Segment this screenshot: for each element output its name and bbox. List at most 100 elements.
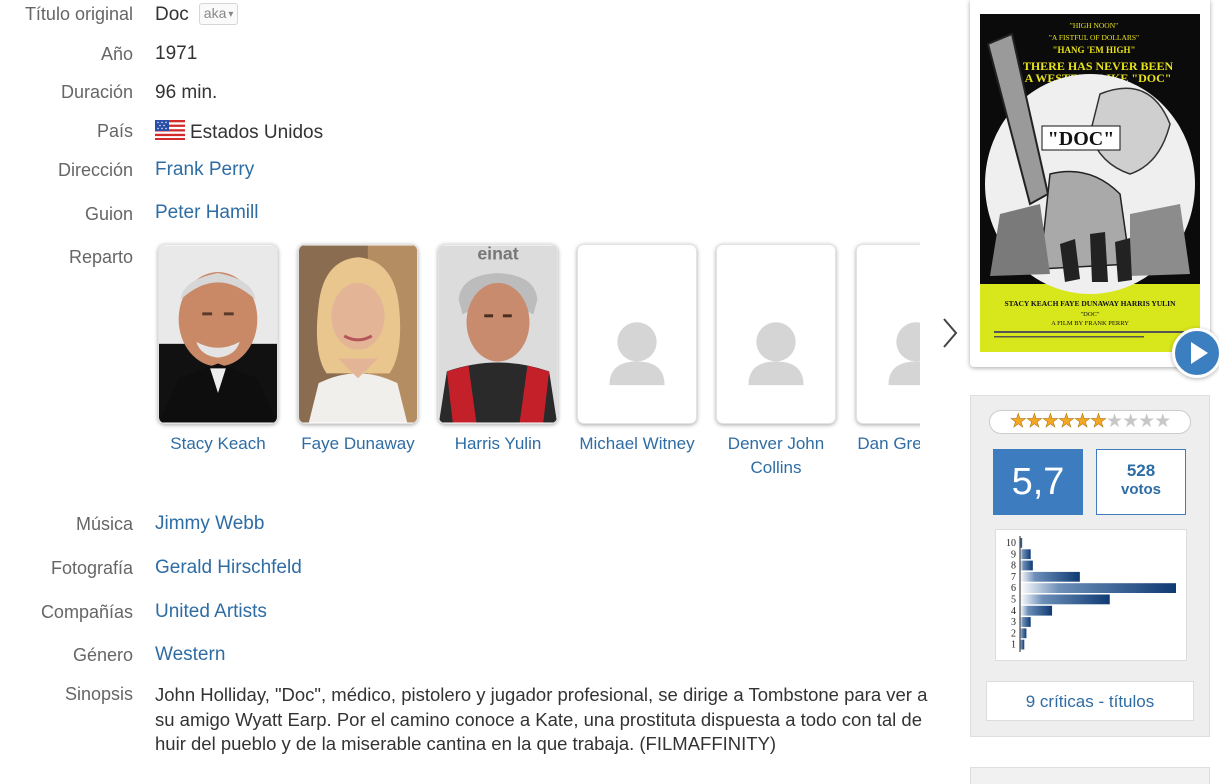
histogram-bar: [1020, 594, 1110, 605]
cast-member-name[interactable]: Denver John Collins: [706, 432, 846, 480]
cinematographer-link[interactable]: Gerald Hirschfeld: [155, 557, 302, 579]
histogram-bar: [1020, 560, 1033, 571]
play-icon: [1191, 342, 1208, 364]
year-label: Año: [100, 44, 133, 64]
aka-dropdown[interactable]: aka ▾: [198, 3, 239, 25]
companies-label: Compañías: [40, 602, 133, 622]
actor-photo-placeholder: [856, 244, 920, 424]
cast-label: Reparto: [68, 247, 133, 267]
duration-label: Duración: [60, 82, 133, 102]
poster-small-title: "DOC": [1080, 311, 1099, 318]
actor-photo: einat: [438, 244, 558, 424]
histogram-bar: [1020, 583, 1176, 593]
histogram-bar: [1020, 605, 1053, 616]
cast-member-name[interactable]: Stacy Keach: [150, 432, 288, 456]
histogram-bar: [1020, 617, 1031, 627]
average-rating: 5,7: [993, 449, 1083, 515]
star-icon: ★: [1122, 411, 1139, 432]
actor-portrait-image: [159, 245, 277, 423]
histogram-label: 5: [1011, 595, 1016, 606]
poster-tagline-2: "A FISTFUL OF DOLLARS": [1049, 33, 1139, 42]
votes-count: 528: [1126, 461, 1156, 480]
histogram-label: 4: [1011, 606, 1016, 617]
histogram-label: 10: [1006, 538, 1016, 549]
histogram-chart: 10987654321: [1006, 536, 1176, 652]
star-icon: ★: [1009, 411, 1028, 433]
us-flag-icon: [155, 120, 185, 140]
cast-member[interactable]: Stacy Keach: [150, 240, 288, 456]
star-icon: ★: [1154, 411, 1171, 432]
actor-photo: [298, 244, 418, 424]
cast-member[interactable]: Dan Greenburg: [846, 240, 920, 456]
cast-member[interactable]: Faye Dunaway: [288, 240, 428, 456]
poster-credits: STACY KEACH FAYE DUNAWAY HARRIS YULIN: [1004, 299, 1176, 308]
star-icon: ★: [1090, 411, 1108, 433]
histogram-label: 9: [1011, 549, 1016, 560]
actor-photo: [158, 244, 278, 424]
next-panel: [970, 767, 1210, 784]
poster-tagline-1: "HIGH NOON": [1070, 21, 1118, 30]
synopsis-label: Sinopsis: [64, 684, 133, 704]
original-title-value: Doc aka ▾: [155, 3, 239, 26]
original-title-label: Título original: [24, 4, 133, 24]
composer-link[interactable]: Jimmy Webb: [155, 513, 264, 535]
votes-count-box[interactable]: 528 votos: [1096, 449, 1186, 515]
star-icon: ★: [1138, 411, 1155, 432]
user-placeholder-icon: [578, 245, 696, 423]
votes-label: votos: [1120, 481, 1161, 498]
histogram-label: 8: [1011, 561, 1016, 572]
play-trailer-button[interactable]: [1172, 328, 1219, 378]
cast-member-name[interactable]: Harris Yulin: [428, 432, 568, 456]
poster-director-line: A FILM BY FRANK PERRY: [1051, 320, 1129, 327]
actor-photo-placeholder: [716, 244, 836, 424]
genre-label: Género: [72, 645, 133, 665]
cast-carousel: Stacy Keach Faye Dunaway einat Harris Yu…: [150, 240, 920, 485]
synopsis-text: John Holliday, "Doc", médico, pistolero …: [155, 684, 928, 754]
histogram-bar: [1020, 571, 1080, 582]
cast-member[interactable]: Denver John Collins: [706, 240, 846, 480]
histogram-label: 1: [1011, 640, 1016, 651]
histogram-bar: [1020, 639, 1025, 650]
poster-tagline-3: "HANG 'EM HIGH": [1053, 45, 1136, 55]
star-icon: ★: [1106, 411, 1123, 432]
year-value: 1971: [155, 43, 198, 64]
original-title-text: Doc: [155, 4, 189, 25]
star-rating: ★★★★★★★★★★: [989, 410, 1191, 434]
star-icon: ★: [1025, 411, 1044, 433]
histogram-label: 7: [1011, 572, 1016, 583]
rating-panel: ★★★★★★★★★★ 5,7 528 votos 10 9 8 7 6 5 4 3 2 1 9 c…: [970, 395, 1210, 737]
poster-card[interactable]: "HIGH NOON" "A FISTFUL OF DOLLARS" "HANG…: [970, 0, 1210, 367]
star-icon: ★: [1073, 411, 1092, 433]
histogram-label: 6: [1011, 583, 1016, 594]
director-link[interactable]: Frank Perry: [155, 159, 254, 181]
user-placeholder-icon: [717, 245, 835, 423]
histogram-label: 3: [1011, 617, 1016, 628]
direction-label: Dirección: [57, 160, 133, 180]
genre-link[interactable]: Western: [155, 644, 225, 666]
company-link[interactable]: United Artists: [155, 601, 267, 623]
aka-label: aka: [203, 5, 227, 21]
chevron-right-icon[interactable]: [938, 315, 962, 351]
cast-member-name[interactable]: Michael Witney: [567, 432, 707, 456]
screenplay-label: Guion: [84, 204, 133, 224]
histogram-bar: [1020, 549, 1031, 560]
cast-member[interactable]: einat Harris Yulin: [428, 240, 568, 456]
cast-member[interactable]: Michael Witney: [567, 240, 707, 456]
screenwriter-link[interactable]: Peter Hamill: [155, 202, 258, 224]
actor-portrait-image: einat: [439, 245, 557, 423]
country-name: Estados Unidos: [190, 122, 324, 143]
histogram-label: 2: [1011, 628, 1016, 639]
cast-member-name[interactable]: Dan Greenburg: [846, 432, 920, 456]
reviews-link[interactable]: 9 críticas - títulos: [986, 681, 1194, 721]
duration-value: 96 min.: [155, 82, 218, 103]
svg-text:einat: einat: [477, 245, 518, 263]
actor-portrait-image: [299, 245, 417, 423]
country-value: Estados Unidos: [155, 120, 323, 144]
user-placeholder-icon: [857, 245, 920, 423]
photography-label: Fotografía: [50, 558, 133, 578]
cast-member-name[interactable]: Faye Dunaway: [288, 432, 428, 456]
music-label: Música: [75, 514, 133, 534]
actor-photo-placeholder: [577, 244, 697, 424]
country-label: País: [96, 121, 133, 141]
star-icon: ★: [1057, 411, 1076, 433]
